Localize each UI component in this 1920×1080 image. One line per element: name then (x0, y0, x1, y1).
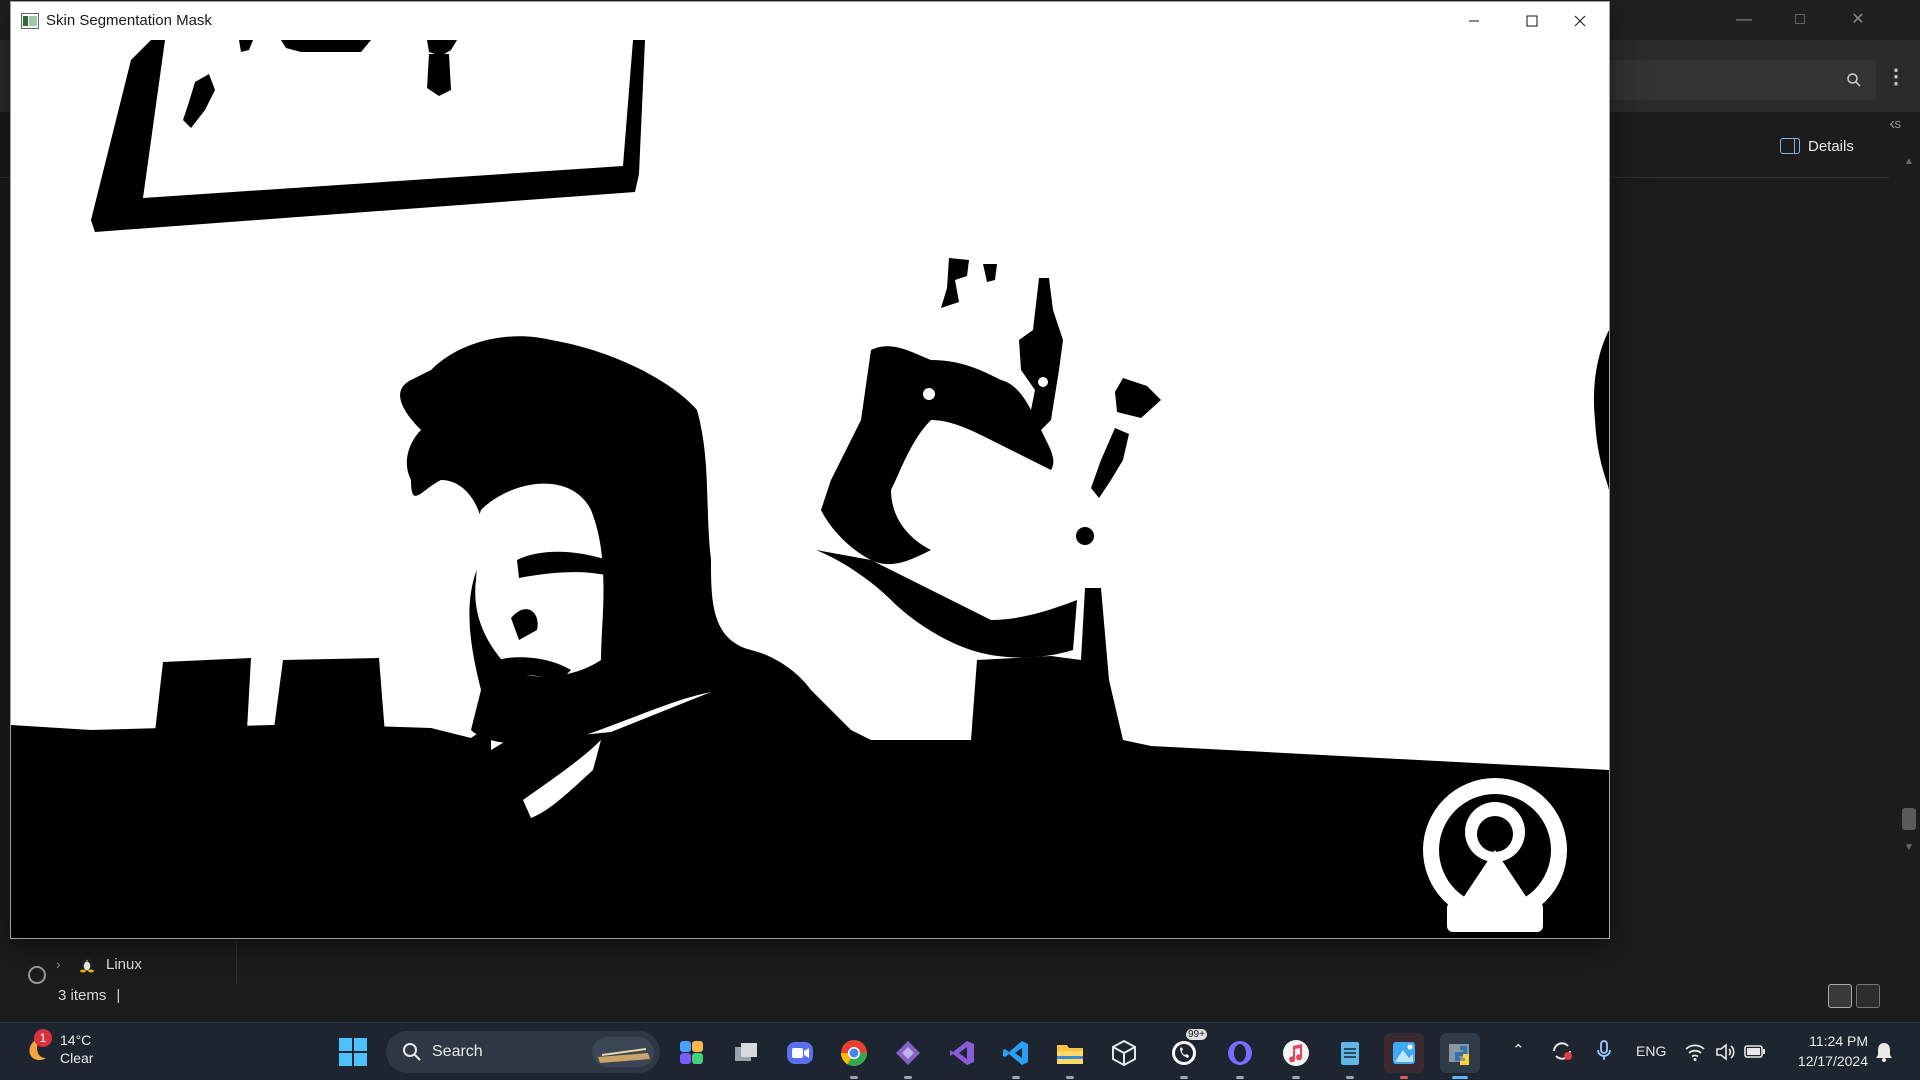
nav-pane-icon[interactable] (28, 966, 46, 984)
explorer-search-input[interactable] (1600, 60, 1876, 100)
linux-penguin-icon (80, 957, 94, 973)
clock-date: 12/17/2024 (1797, 1053, 1868, 1069)
app-window-icon (21, 13, 39, 29)
task-view-icon (735, 1043, 757, 1061)
tiles-view-button[interactable] (1856, 984, 1880, 1008)
details-view-button[interactable] (1828, 984, 1852, 1008)
copilot-icon (680, 1041, 703, 1064)
scroll-down-icon[interactable]: ▼ (1904, 842, 1914, 853)
details-label: Details (1808, 137, 1854, 155)
itunes-icon (1283, 1040, 1309, 1066)
window-title: Skin Segmentation Mask (46, 12, 212, 29)
running-indicator (1180, 1076, 1188, 1079)
clock-time: 11:24 PM (1809, 1033, 1868, 1049)
volume-icon[interactable] (1714, 1041, 1736, 1063)
taskbar-app-chrome[interactable] (834, 1033, 874, 1079)
scrollbar-thumb[interactable] (1902, 808, 1916, 830)
visual-studio-icon (950, 1041, 974, 1065)
chevron-right-icon[interactable]: › (56, 956, 68, 972)
taskbar: 1 14°C Clear Search 99+ ⌃ ENG 11:24 PM 1… (0, 1022, 1920, 1080)
details-pane-icon (1780, 138, 1800, 154)
running-indicator (1400, 1076, 1408, 1079)
taskbar-app-image-viewer[interactable] (1384, 1033, 1424, 1079)
explorer-maximize-button[interactable]: □ (1780, 6, 1820, 34)
chrome-icon (841, 1040, 867, 1066)
details-button[interactable]: Details (1780, 132, 1854, 160)
running-indicator (1292, 1076, 1300, 1079)
vscode-icon (1003, 1041, 1028, 1065)
scroll-up-icon[interactable]: ▲ (1904, 156, 1914, 167)
items-count: 3 items (58, 987, 107, 1004)
file-explorer-icon (1057, 1045, 1083, 1064)
weather-condition: Clear (60, 1050, 94, 1066)
visual-studio-installer-icon (896, 1041, 920, 1065)
explorer-minimize-button[interactable]: — (1724, 6, 1764, 34)
view-toggle (1828, 984, 1880, 1008)
minimize-icon (1469, 20, 1479, 22)
taskbar-app-vscode[interactable] (996, 1033, 1036, 1079)
taskbar-app-virtualbox[interactable] (1104, 1033, 1144, 1073)
sync-icon[interactable] (1550, 1039, 1574, 1063)
microphone-icon[interactable] (1594, 1039, 1614, 1063)
weather-text: 14°C Clear (60, 1031, 93, 1067)
battery-icon[interactable] (1744, 1043, 1766, 1061)
notepad-icon (1341, 1042, 1359, 1065)
minimize-button[interactable] (1445, 2, 1503, 40)
system-clock[interactable]: 11:24 PM 12/17/2024 (1784, 1031, 1868, 1071)
image-viewer-icon (1393, 1042, 1415, 1064)
taskbar-app-task-view[interactable] (726, 1033, 766, 1073)
more-options-icon[interactable]: ⋮ (1886, 64, 1906, 89)
sidebar-item-linux[interactable]: › Linux (56, 955, 142, 973)
close-icon (1574, 15, 1586, 27)
running-indicator (1012, 1076, 1020, 1079)
whatsapp-badge: 99+ (1186, 1029, 1207, 1040)
maximize-icon (1526, 15, 1538, 27)
opera-gx-icon (1228, 1041, 1252, 1065)
running-indicator (1066, 1076, 1074, 1079)
taskbar-app-notepad[interactable] (1330, 1033, 1370, 1079)
skin-mask-window: Skin Segmentation Mask (10, 1, 1610, 939)
running-indicator (904, 1076, 912, 1079)
notification-bell-icon[interactable] (1874, 1041, 1894, 1063)
taskbar-app-itunes[interactable] (1276, 1033, 1316, 1079)
show-hidden-icons-chevron-up-icon[interactable]: ⌃ (1512, 1041, 1525, 1059)
taskbar-app-copilot[interactable] (672, 1033, 712, 1073)
search-icon (1847, 73, 1861, 87)
status-separator: | (116, 987, 121, 1004)
taskbar-app-visual-studio[interactable] (942, 1033, 982, 1073)
wifi-icon[interactable] (1684, 1041, 1706, 1063)
search-icon (403, 1043, 421, 1061)
sidebar-divider (236, 940, 237, 984)
windows-start-icon[interactable] (338, 1037, 368, 1067)
taskbar-app-vs-installer[interactable] (888, 1033, 928, 1079)
whatsapp-icon (1172, 1041, 1196, 1065)
cv-titlebar: Skin Segmentation Mask (11, 2, 1609, 40)
taskbar-app-whatsapp[interactable]: 99+ (1164, 1029, 1207, 1079)
virtualbox-icon (1112, 1039, 1136, 1067)
python-icon (1449, 1044, 1469, 1065)
search-highlight-art (592, 1037, 654, 1067)
zoom-icon (787, 1042, 813, 1064)
running-indicator (1452, 1076, 1468, 1079)
segmentation-mask-image (11, 40, 1609, 938)
close-button[interactable] (1551, 2, 1609, 40)
status-bar: 3 items | (58, 987, 120, 1004)
language-indicator[interactable]: ENG (1636, 1043, 1666, 1059)
weather-badge: 1 (34, 1029, 52, 1047)
mask-graphic (11, 40, 1609, 938)
weather-temperature: 14°C (60, 1032, 92, 1048)
running-indicator (1346, 1076, 1354, 1079)
taskbar-app-opera-gx[interactable] (1220, 1033, 1260, 1079)
taskbar-search[interactable]: Search (386, 1031, 660, 1073)
sidebar-item-label: Linux (106, 955, 142, 973)
running-indicator (1236, 1076, 1244, 1079)
running-indicator (850, 1076, 858, 1079)
taskbar-app-file-explorer[interactable] (1050, 1033, 1090, 1079)
weather-widget[interactable]: 1 14°C Clear (22, 1029, 93, 1067)
taskbar-app-zoom[interactable] (780, 1033, 820, 1073)
taskbar-app-python[interactable] (1440, 1033, 1480, 1079)
explorer-close-button[interactable]: ✕ (1838, 6, 1878, 34)
search-label: Search (432, 1043, 483, 1060)
